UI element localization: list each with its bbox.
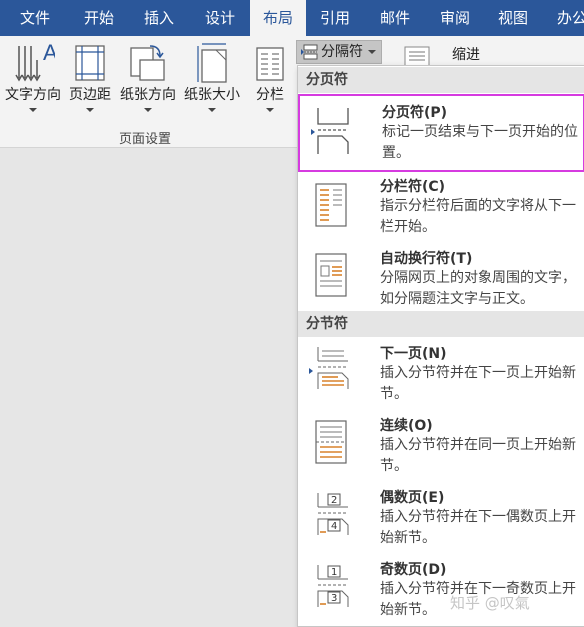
chevron-down-icon (144, 108, 152, 112)
breaks-label: 分隔符 (321, 44, 363, 60)
tab-layout[interactable]: 布局 (250, 0, 306, 37)
breaks-button[interactable]: 分隔符 (296, 40, 382, 64)
margins-button[interactable]: 页边距 (64, 40, 116, 120)
tab-view[interactable]: 视图 (484, 0, 542, 36)
orientation-label: 纸张方向 (120, 87, 176, 103)
size-button[interactable]: 纸张大小 (180, 40, 244, 120)
tab-insert[interactable]: 插入 (128, 0, 190, 36)
odd-page-icon: 1 3 (314, 563, 354, 613)
chevron-down-icon (266, 108, 274, 112)
svg-text:A: A (43, 42, 55, 65)
menu-item-even-page[interactable]: 2 4 偶数页(E) 插入分节符并在下一偶数页上开始新节。 (298, 485, 584, 555)
orientation-button[interactable]: 纸张方向 (116, 40, 180, 120)
breaks-icon (301, 44, 319, 67)
chevron-down-icon (29, 108, 37, 112)
columns-icon (255, 42, 285, 88)
tab-design[interactable]: 设计 (190, 0, 250, 36)
menu-item-title: 下一页(N) (380, 346, 447, 362)
menu-item-title: 偶数页(E) (380, 490, 445, 506)
text-direction-button[interactable]: A 文字方向 (2, 40, 64, 120)
watermark: 知乎 @叹氣 (450, 594, 530, 612)
svg-text:4: 4 (331, 521, 337, 532)
chevron-down-icon (368, 50, 376, 54)
menu-item-description: 插入分节符并在下一页上开始新节。 (380, 365, 576, 402)
menu-item-next-page[interactable]: 下一页(N) 插入分节符并在下一页上开始新节。 (298, 341, 584, 411)
menu-item-description: 插入分节符并在下一偶数页上开始新节。 (380, 509, 576, 546)
columns-button[interactable]: 分栏 (250, 40, 290, 120)
menu-item-page-break[interactable]: 分页符(P) 标记一页结束与下一页开始的位置。 (298, 94, 584, 172)
chevron-down-icon (86, 108, 94, 112)
breaks-dropdown-menu: 分页符 分页符(P) 标记一页结束与下一页开始的位置。 分栏符(C) 指示分栏符… (297, 65, 584, 627)
page-breaks-header: 分页符 (298, 67, 584, 93)
pointer-icon (309, 368, 313, 374)
ribbon-tab-bar: 文件 开始 插入 设计 布局 引用 邮件 审阅 视图 办公 (0, 0, 584, 37)
size-icon (194, 42, 230, 88)
menu-item-title: 自动换行符(T) (380, 251, 473, 267)
next-page-icon (314, 345, 354, 395)
menu-item-description: 指示分栏符后面的文字将从下一栏开始。 (380, 198, 576, 235)
page-break-icon (314, 106, 354, 160)
menu-item-title: 连续(O) (380, 418, 433, 434)
svg-text:1: 1 (331, 567, 337, 578)
margins-icon (74, 42, 106, 88)
continuous-icon (314, 419, 350, 469)
section-breaks-header: 分节符 (298, 311, 584, 337)
tab-file[interactable]: 文件 (0, 0, 70, 36)
text-direction-icon: A (11, 40, 58, 88)
text-wrapping-icon (314, 252, 350, 302)
chevron-down-icon (208, 108, 216, 112)
tab-office[interactable]: 办公 (542, 0, 584, 36)
size-label: 纸张大小 (184, 87, 240, 103)
menu-item-text-wrapping[interactable]: 自动换行符(T) 分隔网页上的对象周围的文字，如分隔题注文字与正文。 (298, 246, 584, 318)
tab-mailings[interactable]: 邮件 (364, 0, 426, 36)
menu-item-title: 分页符(P) (382, 105, 448, 121)
svg-text:3: 3 (331, 593, 337, 604)
tab-references[interactable]: 引用 (306, 0, 364, 36)
menu-item-odd-page[interactable]: 1 3 奇数页(D) 插入分节符并在下一奇数页上开始新节。 (298, 557, 584, 626)
indent-label: 缩进 (452, 47, 480, 63)
menu-item-title: 分栏符(C) (380, 179, 446, 195)
orientation-icon (128, 42, 168, 88)
menu-item-description: 分隔网页上的对象周围的文字，如分隔题注文字与正文。 (380, 270, 576, 307)
svg-text:2: 2 (331, 495, 337, 506)
menu-item-continuous[interactable]: 连续(O) 插入分节符并在同一页上开始新节。 (298, 413, 584, 483)
margins-label: 页边距 (69, 87, 111, 103)
menu-item-description: 标记一页结束与下一页开始的位置。 (382, 124, 578, 161)
menu-item-title: 奇数页(D) (380, 562, 447, 578)
tab-home[interactable]: 开始 (70, 0, 128, 36)
columns-label: 分栏 (256, 87, 284, 103)
page-setup-group-label: 页面设置 (118, 132, 171, 147)
text-direction-label: 文字方向 (5, 87, 61, 103)
column-break-icon (314, 182, 350, 232)
menu-item-column-break[interactable]: 分栏符(C) 指示分栏符后面的文字将从下一栏开始。 (298, 174, 584, 246)
tab-review[interactable]: 审阅 (426, 0, 484, 36)
even-page-icon: 2 4 (314, 491, 354, 541)
menu-item-description: 插入分节符并在同一页上开始新节。 (380, 437, 576, 474)
